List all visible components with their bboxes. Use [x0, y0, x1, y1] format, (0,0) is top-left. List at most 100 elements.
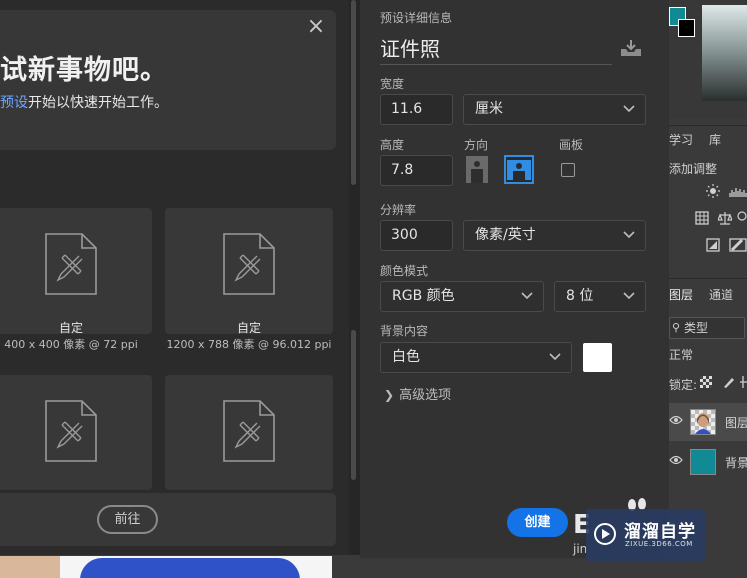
color-mode-select[interactable]: RGB 颜色	[380, 281, 544, 312]
preset-card[interactable]: 自定 1200 x 788 像素 @ 96.012 ppi	[165, 208, 333, 351]
layer-row[interactable]: 图层	[669, 403, 747, 441]
create-button[interactable]: 创建	[507, 508, 568, 537]
color-mode-value: RGB 颜色	[392, 288, 455, 304]
channel-mixer-icon[interactable]	[737, 211, 747, 225]
advanced-options-label: 高级选项	[399, 388, 452, 403]
lock-transparent-icon[interactable]	[700, 376, 712, 388]
width-label: 宽度	[380, 77, 405, 91]
background-photo	[0, 556, 332, 578]
background-contents-select[interactable]: 白色	[380, 342, 572, 373]
layer-name: 图层	[725, 416, 747, 430]
preset-name: 自定	[58, 321, 83, 335]
banner-subtitle-text: 开始以快速开始工作。	[28, 95, 168, 111]
panel-divider	[669, 125, 747, 126]
height-label: 高度	[380, 138, 405, 152]
resolution-input[interactable]: 300	[380, 220, 453, 251]
layer-name: 背景	[725, 456, 747, 470]
add-adjustment-label: 添加调整	[669, 162, 718, 176]
save-preset-icon[interactable]	[620, 39, 642, 57]
chevron-right-icon: ❯	[384, 388, 395, 402]
preset-details-panel	[360, 0, 669, 558]
orientation-label: 方向	[464, 138, 489, 152]
photo-blue-area	[80, 558, 300, 578]
curves-icon[interactable]	[695, 211, 709, 225]
gradient-map-icon[interactable]	[729, 238, 747, 252]
background-contents-value: 白色	[392, 349, 420, 365]
brightness-icon[interactable]	[706, 184, 720, 198]
landscape-orientation-button[interactable]	[504, 155, 534, 184]
welcome-banner: 试新事物吧。 预设开始以快速开始工作。	[0, 10, 336, 150]
chevron-down-icon	[623, 105, 635, 113]
goto-button[interactable]: 前往	[97, 505, 158, 534]
preset-card[interactable]	[0, 375, 152, 490]
presets-link[interactable]: 预设	[0, 95, 28, 111]
lock-brush-icon[interactable]	[722, 375, 736, 389]
document-icon	[45, 400, 97, 462]
layer-thumbnail	[690, 449, 716, 475]
banner-title: 试新事物吧。	[0, 55, 168, 86]
bit-depth-select[interactable]: 8 位	[554, 281, 646, 312]
background-color-chip[interactable]	[678, 19, 695, 37]
close-icon[interactable]: ×	[303, 14, 329, 40]
layer-row[interactable]: 背景	[669, 443, 747, 481]
new-document-dialog: 试新事物吧。 预设开始以快速开始工作。 × 自定 400 x 400 像素 @ …	[0, 0, 350, 555]
resolution-unit-select[interactable]: 像素/英寸	[463, 220, 646, 251]
tab-layers[interactable]: 图层	[669, 286, 693, 303]
color-mode-label: 颜色模式	[380, 264, 429, 278]
chevron-down-icon	[623, 231, 635, 239]
color-picker-field[interactable]	[702, 5, 747, 101]
watermark-url: ZIXUE.3D66.COM	[625, 540, 693, 548]
width-input[interactable]: 11.6	[380, 94, 453, 125]
document-icon	[223, 233, 275, 295]
eye-icon[interactable]	[669, 415, 683, 425]
levels-icon[interactable]	[729, 184, 747, 198]
lock-position-icon[interactable]	[739, 375, 747, 389]
chevron-down-icon	[521, 292, 533, 300]
portrait-thumbnail-icon	[695, 413, 711, 434]
preset-card[interactable]: 自定 400 x 400 像素 @ 72 ppi	[0, 208, 152, 351]
landscape-icon	[507, 160, 531, 180]
layer-kind-value: 类型	[684, 321, 709, 335]
portrait-orientation-button[interactable]	[463, 155, 491, 184]
layer-thumbnail	[690, 409, 716, 435]
document-icon	[45, 233, 97, 295]
chevron-down-icon	[549, 353, 561, 361]
preset-card[interactable]	[165, 375, 333, 490]
artboard-label: 画板	[559, 138, 584, 152]
preset-size: 1200 x 788 像素 @ 96.012 ppi	[166, 338, 332, 351]
document-icon	[223, 400, 275, 462]
tab-learn[interactable]: 学习	[669, 131, 693, 148]
preset-size: 400 x 400 像素 @ 72 ppi	[4, 338, 138, 351]
scrollbar-thumb[interactable]	[351, 0, 356, 185]
tab-libraries[interactable]: 库	[709, 131, 721, 148]
width-unit-value: 厘米	[475, 101, 503, 117]
bit-depth-value: 8 位	[566, 288, 594, 304]
play-icon	[594, 523, 616, 545]
blend-mode-select[interactable]: 正常	[669, 346, 693, 363]
layer-kind-filter[interactable]: ⚲ 类型	[669, 317, 745, 339]
chevron-down-icon	[623, 292, 635, 300]
template-search-bar	[0, 493, 336, 546]
width-unit-select[interactable]: 厘米	[463, 94, 646, 125]
portrait-icon	[466, 156, 488, 183]
lock-label: 锁定:	[669, 378, 698, 392]
panel-divider	[669, 278, 747, 279]
tab-channels[interactable]: 通道	[709, 286, 733, 303]
watermark-title: 溜溜自学	[624, 522, 696, 542]
scrollbar-thumb-lower[interactable]	[351, 330, 356, 480]
background-color-swatch[interactable]	[583, 343, 612, 372]
resolution-unit-value: 像素/英寸	[475, 227, 536, 243]
photo-filter-icon[interactable]	[706, 238, 720, 252]
height-input[interactable]: 7.8	[380, 155, 453, 186]
preset-details-label: 预设详细信息	[380, 11, 453, 25]
advanced-options-toggle[interactable]: ❯ 高级选项	[384, 384, 451, 403]
preset-name-input[interactable]: 证件照	[380, 35, 612, 65]
preset-name: 自定	[236, 321, 261, 335]
search-icon: ⚲	[672, 321, 681, 334]
background-contents-label: 背景内容	[380, 324, 429, 338]
balance-icon[interactable]	[718, 211, 732, 225]
resolution-label: 分辨率	[380, 203, 417, 217]
eye-icon[interactable]	[669, 455, 683, 465]
artboard-checkbox[interactable]	[561, 163, 575, 177]
banner-subtitle: 预设开始以快速开始工作。	[0, 92, 168, 112]
